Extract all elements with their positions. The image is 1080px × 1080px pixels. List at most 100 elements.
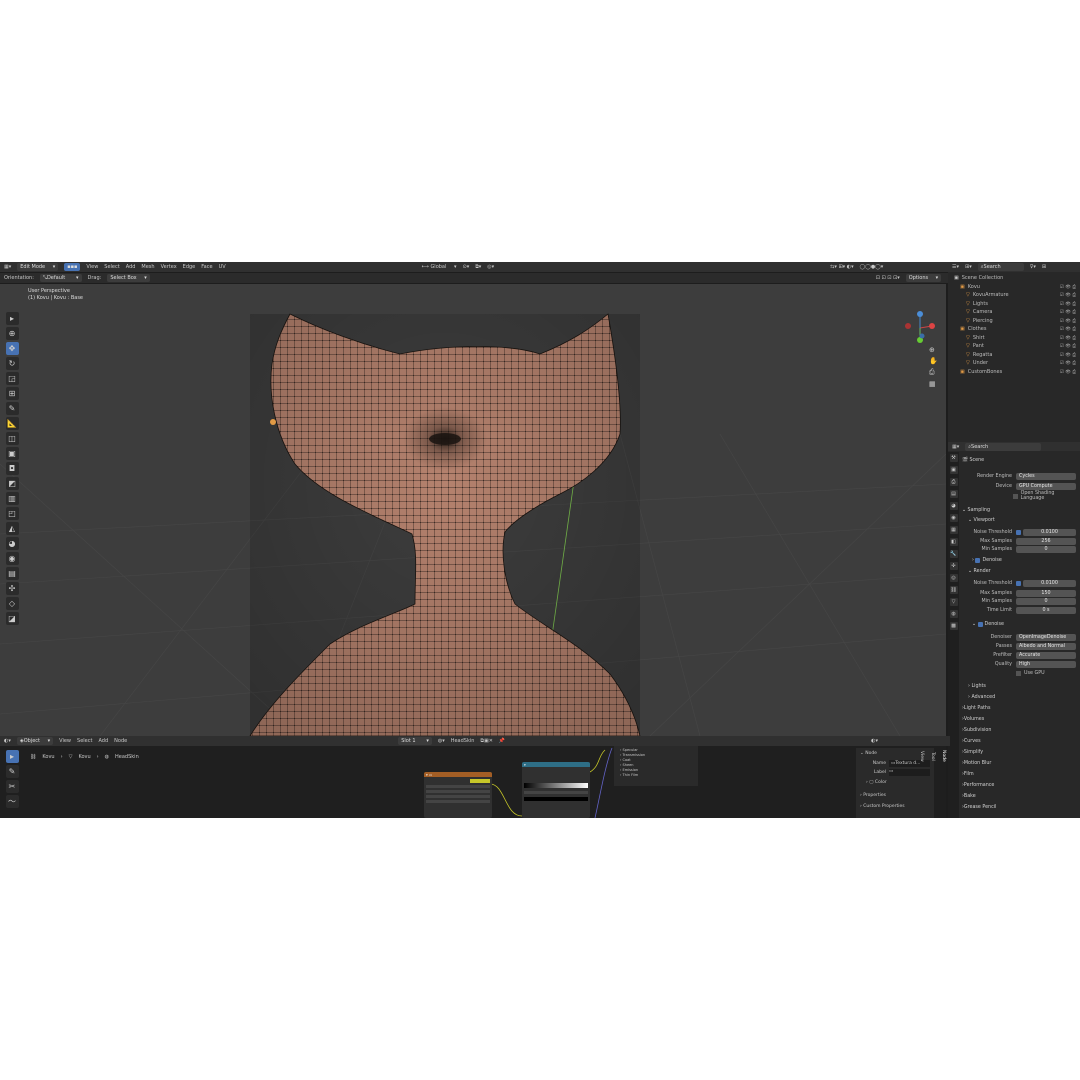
use-gpu-checkbox[interactable] <box>1016 670 1021 676</box>
image-texture-node[interactable]: ▾ ▭ <box>424 772 492 818</box>
render-denoise-checkbox[interactable] <box>977 621 983 627</box>
custom-properties-panel[interactable]: › Custom Properties <box>856 801 934 812</box>
outliner-item[interactable]: ▣ Clothes ☑ 👁 ⎙ <box>948 325 1080 334</box>
transform-tool-icon[interactable]: ⊞ <box>5 387 19 400</box>
filter-icon[interactable]: ⊽▾ <box>1030 264 1036 270</box>
properties-panel[interactable]: › Simplify <box>962 748 1076 756</box>
bevel-icon[interactable]: ◩ <box>5 477 19 490</box>
outliner-item[interactable]: ▽ Under ☑ 👁 ⎙ <box>948 359 1080 368</box>
overlay-toggles[interactable]: ⊡ ⊡ ⊡ ⊡▾ <box>876 275 900 281</box>
visibility-icons[interactable]: ☑ 👁 ⎙ <box>1060 284 1076 290</box>
rip-icon[interactable]: ◪ <box>5 612 19 625</box>
tab-view[interactable]: View <box>919 751 924 762</box>
menu-vertex[interactable]: Vertex <box>161 264 177 270</box>
properties-panel[interactable]: › Grease Pencil <box>962 803 1076 811</box>
select-mode-buttons[interactable]: ▪▪▪ <box>64 263 81 271</box>
menu-face[interactable]: Face <box>201 264 212 270</box>
outliner-item[interactable]: ▣ Kovu ☑ 👁 ⎙ <box>948 283 1080 292</box>
tab-node[interactable]: Node <box>941 750 946 762</box>
spin-icon[interactable]: ◕ <box>5 537 19 550</box>
navigation-gizmo[interactable] <box>902 310 938 346</box>
quality-select[interactable]: High <box>1016 660 1076 668</box>
output-tab-icon[interactable]: ⎙ <box>949 478 958 486</box>
render-min-field[interactable]: 0 <box>1016 597 1076 605</box>
transform-orientation[interactable]: ⟷ Global ▾ <box>422 264 457 270</box>
outliner-search[interactable]: ⌕ Search <box>977 263 1024 271</box>
shading-buttons[interactable]: ◯◯●◯▾ <box>860 264 884 270</box>
viewport-scene[interactable] <box>0 284 946 736</box>
visibility-icons[interactable]: ☑ 👁 ⎙ <box>1060 301 1076 307</box>
socket-panel-item[interactable]: › Thin Film <box>620 773 692 778</box>
node-label-field[interactable]: ▭ <box>889 769 930 776</box>
passes-select[interactable]: Albedo and Normal <box>1016 642 1076 650</box>
camera-icon[interactable]: ⎙ <box>929 368 938 377</box>
properties-panel[interactable]: › Curves <box>962 737 1076 745</box>
tool-tab-icon[interactable]: ⚒ <box>949 454 958 462</box>
texture-tab-icon[interactable]: ▩ <box>949 622 958 630</box>
viewport-denoise-row[interactable]: › Denoise <box>962 556 1076 564</box>
visibility-icons[interactable]: ☑ 👁 ⎙ <box>1060 335 1076 341</box>
particles-tab-icon[interactable]: ✣ <box>949 562 958 570</box>
orientation-select[interactable]: ⤡ Default ▾ <box>39 274 82 282</box>
extension-field[interactable] <box>426 800 490 803</box>
add-cube-icon[interactable]: ◫ <box>5 432 19 445</box>
render-max-field[interactable]: 150 <box>1016 589 1076 597</box>
new-collection-icon[interactable]: ⊞ <box>1042 264 1046 270</box>
render-noise-checkbox[interactable] <box>1016 580 1021 586</box>
measure-tool-icon[interactable]: 📐 <box>5 417 19 430</box>
interpolation-field[interactable] <box>426 790 490 793</box>
data-tab-icon[interactable]: ▽ <box>949 598 958 606</box>
scene-collection-row[interactable]: ▣ Scene Collection <box>948 274 1080 283</box>
pivot-icon[interactable]: ⊙▾ <box>463 264 470 270</box>
editor-type-icon[interactable]: ▦▾ <box>4 264 11 270</box>
node-properties-panel[interactable]: › Properties <box>856 790 934 801</box>
physics-tab-icon[interactable]: ◎ <box>949 574 958 582</box>
render-subpanel[interactable]: ⌄ Render <box>962 567 1076 575</box>
device-select[interactable]: GPU Compute <box>1016 482 1076 490</box>
shear-icon[interactable]: ◇ <box>5 597 19 610</box>
outliner-item[interactable]: ▽ Lights ☑ 👁 ⎙ <box>948 300 1080 309</box>
options-button[interactable]: Options ▾ <box>905 274 942 282</box>
osl-checkbox[interactable] <box>1012 493 1018 499</box>
collection-tab-icon[interactable]: ▦ <box>949 526 958 534</box>
menu-add[interactable]: Add <box>126 264 136 270</box>
rotate-tool-icon[interactable]: ↻ <box>5 357 19 370</box>
cursor-tool-icon[interactable]: ▸ <box>5 312 19 325</box>
object-tab-icon[interactable]: ◧ <box>949 538 958 546</box>
visibility-icons[interactable]: ☑ 👁 ⎙ <box>1060 309 1076 315</box>
drag-select[interactable]: Select Box ▾ <box>107 274 150 282</box>
visibility-icons[interactable]: ☑ 👁 ⎙ <box>1060 352 1076 358</box>
zoom-icon[interactable]: ⊕ <box>929 346 938 354</box>
visibility-icons[interactable]: ☑ 👁 ⎙ <box>1060 369 1076 375</box>
view-layer-tab-icon[interactable]: ▤ <box>949 490 958 498</box>
outliner-item[interactable]: ▽ Shirt ☑ 👁 ⎙ <box>948 334 1080 343</box>
viewport-denoise-checkbox[interactable] <box>975 557 981 563</box>
menu-edge[interactable]: Edge <box>183 264 196 270</box>
properties-panel[interactable]: › Subdivision <box>962 726 1076 734</box>
viewport-gizmo-icons[interactable]: ⇆▾ ⊞▾ ◐▾ <box>830 264 853 270</box>
properties-panel[interactable]: › Motion Blur <box>962 759 1076 767</box>
smooth-icon[interactable]: ◉ <box>5 552 19 565</box>
world-tab-icon[interactable]: ◉ <box>949 514 958 522</box>
outliner-item[interactable]: ▽ Piercing ☑ 👁 ⎙ <box>948 317 1080 326</box>
material-tab-icon[interactable]: ◍ <box>949 610 958 618</box>
render-engine-select[interactable]: Cycles <box>1016 472 1076 480</box>
properties-panel[interactable]: › Volumes <box>962 715 1076 723</box>
modifier-tab-icon[interactable]: 🔧 <box>949 550 958 558</box>
visibility-icons[interactable]: ☑ 👁 ⎙ <box>1060 292 1076 298</box>
node-color-row[interactable]: › ▢ Color <box>856 777 934 788</box>
denoiser-select[interactable]: OpenImageDenoise <box>1016 633 1076 641</box>
render-denoise-row[interactable]: ⌄ Denoise <box>962 620 1076 628</box>
snap-icon[interactable]: ⧉▾ <box>475 264 481 270</box>
proportional-icon[interactable]: ◎▾ <box>487 264 494 270</box>
menu-mesh[interactable]: Mesh <box>141 264 154 270</box>
viewport-min-field[interactable]: 0 <box>1016 545 1076 553</box>
viewport-noise-checkbox[interactable] <box>1016 529 1021 535</box>
outliner-item[interactable]: ▽ Camera ☑ 👁 ⎙ <box>948 308 1080 317</box>
properties-panel[interactable]: › Light Paths <box>962 704 1076 712</box>
display-mode-icon[interactable]: ⊞▾ <box>965 264 972 270</box>
poly-build-icon[interactable]: ◭ <box>5 522 19 535</box>
color-ramp-node[interactable]: ▾ <box>522 762 590 818</box>
move-tool-icon[interactable]: ✥ <box>5 342 19 355</box>
ramp-stop-fields[interactable] <box>524 791 588 794</box>
